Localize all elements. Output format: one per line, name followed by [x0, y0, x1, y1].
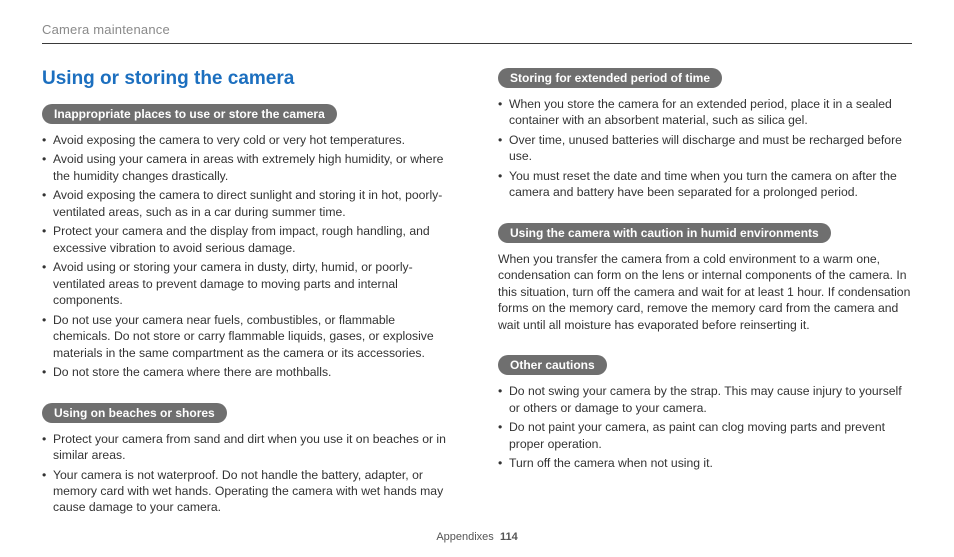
list-item: Avoid exposing the camera to very cold o…	[42, 132, 456, 148]
list-item: You must reset the date and time when yo…	[498, 168, 912, 201]
left-column: Using or storing the camera Inappropriat…	[42, 68, 456, 538]
list-item: Protect your camera and the display from…	[42, 223, 456, 256]
content-columns: Using or storing the camera Inappropriat…	[42, 68, 912, 538]
bullet-list: Avoid exposing the camera to very cold o…	[42, 132, 456, 381]
list-item: Your camera is not waterproof. Do not ha…	[42, 467, 456, 516]
section-body: When you transfer the camera from a cold…	[498, 251, 912, 333]
section-heading-pill: Inappropriate places to use or store the…	[42, 104, 337, 124]
bullet-list: Do not swing your camera by the strap. T…	[498, 383, 912, 471]
right-column: Storing for extended period of time When…	[498, 68, 912, 538]
page-number: 114	[500, 531, 518, 543]
list-item: Do not store the camera where there are …	[42, 364, 456, 380]
list-item: Avoid using or storing your camera in du…	[42, 259, 456, 308]
list-item: Protect your camera from sand and dirt w…	[42, 431, 456, 464]
list-item: Do not use your camera near fuels, combu…	[42, 312, 456, 361]
breadcrumb: Camera maintenance	[42, 22, 912, 37]
section-heading-pill: Using the camera with caution in humid e…	[498, 223, 831, 243]
section-storing: Storing for extended period of time When…	[498, 68, 912, 201]
bullet-list: When you store the camera for an extende…	[498, 96, 912, 201]
list-item: When you store the camera for an extende…	[498, 96, 912, 129]
page: Camera maintenance Using or storing the …	[0, 0, 954, 538]
list-item: Do not paint your camera, as paint can c…	[498, 419, 912, 452]
list-item: Over time, unused batteries will dischar…	[498, 132, 912, 165]
section-other: Other cautions Do not swing your camera …	[498, 355, 912, 471]
list-item: Avoid exposing the camera to direct sunl…	[42, 187, 456, 220]
section-heading-pill: Other cautions	[498, 355, 607, 375]
bullet-list: Protect your camera from sand and dirt w…	[42, 431, 456, 516]
section-heading-pill: Storing for extended period of time	[498, 68, 722, 88]
footer-label: Appendixes	[436, 531, 494, 543]
header-rule	[42, 43, 912, 44]
list-item: Do not swing your camera by the strap. T…	[498, 383, 912, 416]
page-title: Using or storing the camera	[42, 68, 456, 90]
section-humid: Using the camera with caution in humid e…	[498, 223, 912, 333]
list-item: Turn off the camera when not using it.	[498, 455, 912, 471]
footer: Appendixes 114	[0, 531, 954, 543]
list-item: Avoid using your camera in areas with ex…	[42, 151, 456, 184]
section-beaches: Using on beaches or shores Protect your …	[42, 403, 456, 516]
section-heading-pill: Using on beaches or shores	[42, 403, 227, 423]
section-inappropriate: Inappropriate places to use or store the…	[42, 104, 456, 381]
